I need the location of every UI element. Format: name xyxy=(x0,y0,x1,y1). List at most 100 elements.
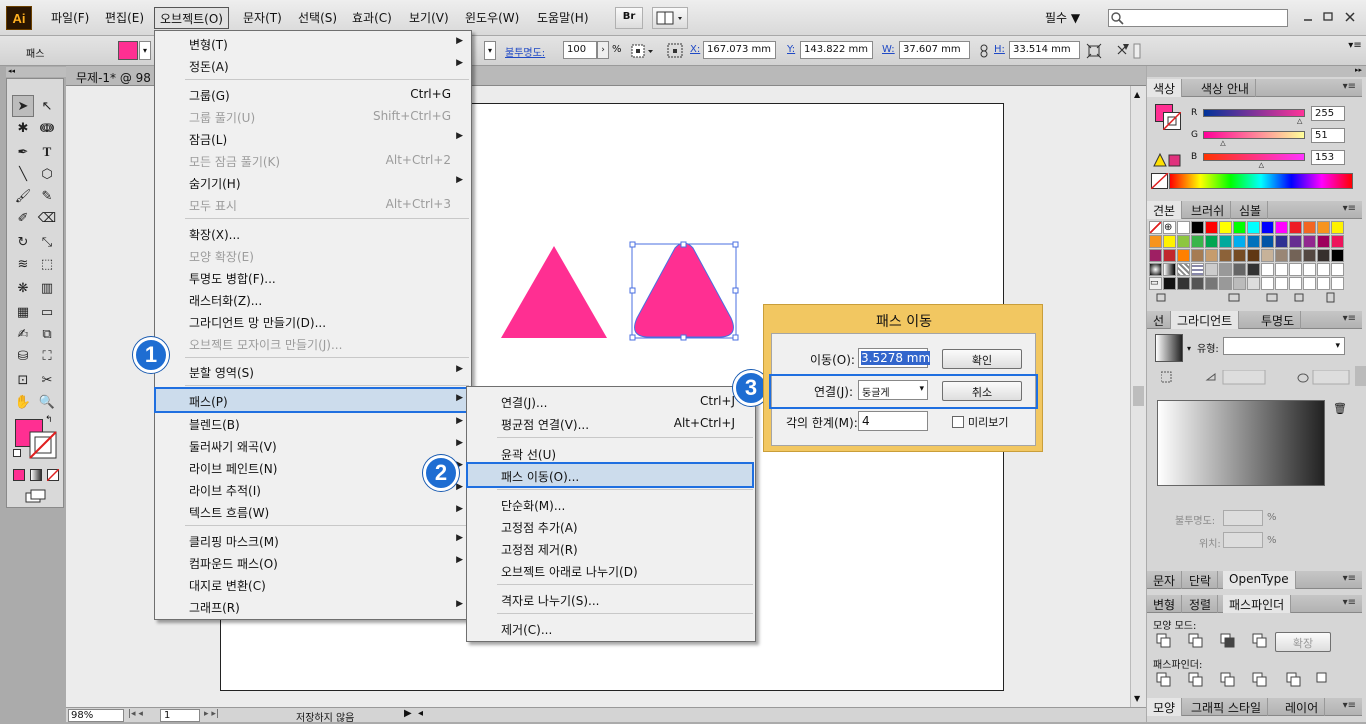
swatch[interactable] xyxy=(1191,235,1204,248)
artboard-number-input[interactable]: 1 xyxy=(160,709,200,722)
swatch[interactable] xyxy=(1289,263,1302,276)
lasso-tool-icon[interactable]: ↈ xyxy=(36,117,58,139)
swatch[interactable] xyxy=(1303,235,1316,248)
swatch[interactable] xyxy=(1317,263,1330,276)
status-menu-icon[interactable]: ▶ xyxy=(404,708,412,719)
swatch[interactable] xyxy=(1317,235,1330,248)
x-label[interactable]: X: xyxy=(690,44,700,55)
swatch[interactable]: ⊕ xyxy=(1163,221,1176,234)
menu-effect[interactable]: 효과(C) xyxy=(352,9,392,26)
line-tool-icon[interactable]: ╲ xyxy=(12,163,34,185)
scroll-left-icon[interactable]: ◂ xyxy=(418,708,423,719)
tab-color[interactable]: 색상 xyxy=(1147,79,1183,97)
h-label[interactable]: H: xyxy=(994,44,1005,55)
preview-checkbox[interactable] xyxy=(952,416,964,428)
paintbrush-tool-icon[interactable]: 🖌 xyxy=(12,185,34,207)
link-proportions-icon[interactable] xyxy=(978,44,990,58)
mesh-tool-icon[interactable]: ▦ xyxy=(12,301,34,323)
reference-point-icon[interactable] xyxy=(631,44,659,58)
menu-edit[interactable]: 편집(E) xyxy=(105,9,144,26)
menu-type[interactable]: 문자(T) xyxy=(243,9,282,26)
shape-mode-buttons[interactable] xyxy=(1155,632,1275,650)
swatch[interactable] xyxy=(1191,249,1204,262)
graph-tool-icon[interactable]: ▥ xyxy=(36,277,58,299)
fill-dropdown-chevron-icon[interactable]: ▾ xyxy=(139,41,151,60)
path-menu-item-9[interactable]: 제거(C)... xyxy=(468,617,754,639)
swatch[interactable] xyxy=(1177,263,1190,276)
path-menu-item-3[interactable]: 패스 이동(O)... xyxy=(466,462,754,488)
artboard-tool-icon[interactable]: ⊡ xyxy=(12,369,34,391)
swatch[interactable] xyxy=(1331,249,1344,262)
swatch[interactable] xyxy=(1275,221,1288,234)
object-menu-item-2[interactable]: 그룹(G) Ctrl+G xyxy=(156,83,470,105)
transform-options-icon[interactable] xyxy=(1086,43,1106,59)
swatch[interactable] xyxy=(1303,249,1316,262)
object-menu-item-3[interactable]: 그룹 풀기(U) Shift+Ctrl+G xyxy=(156,105,470,127)
stroke-none-box[interactable] xyxy=(29,431,57,459)
gradient-tool-icon[interactable]: ▭ xyxy=(36,301,58,323)
miter-limit-input[interactable]: 4 xyxy=(858,411,928,431)
appearance-panel-menu-icon[interactable]: ▾≡ xyxy=(1343,700,1356,711)
object-menu-item-19[interactable]: 라이브 추적(I) ▶ xyxy=(156,478,470,500)
swatch[interactable] xyxy=(1247,249,1260,262)
swatch[interactable] xyxy=(1289,221,1302,234)
polygon-tool-icon[interactable]: ⬡ xyxy=(36,163,58,185)
swatch[interactable] xyxy=(1233,221,1246,234)
gradient-preview-chevron-icon[interactable]: ▾ xyxy=(1187,344,1191,353)
color-panel-menu-icon[interactable]: ▾≡ xyxy=(1343,81,1356,92)
swatch[interactable]: ▭ xyxy=(1149,277,1162,290)
path-menu-item-6[interactable]: 고정점 제거(R) xyxy=(468,537,754,559)
swatch[interactable] xyxy=(1205,263,1218,276)
path-menu-item-1[interactable]: 평균점 연결(V)... Alt+Ctrl+J xyxy=(468,412,754,434)
zoom-select[interactable]: 98% xyxy=(68,709,124,722)
swatch[interactable] xyxy=(1219,235,1232,248)
channel-r-thumb[interactable]: △ xyxy=(1297,117,1302,125)
object-menu-item-20[interactable]: 텍스트 흐름(W) ▶ xyxy=(156,500,470,522)
swatch[interactable] xyxy=(1317,277,1330,290)
gradient-slider-preview[interactable] xyxy=(1157,400,1325,486)
joins-select[interactable]: 둥글게 ▾ xyxy=(858,380,928,400)
object-menu-item-11[interactable]: 래스터화(Z)... xyxy=(156,288,470,310)
ok-button[interactable]: 확인 xyxy=(942,349,1022,369)
gradient-location-input[interactable] xyxy=(1223,532,1263,548)
swatch[interactable] xyxy=(1275,277,1288,290)
rotate-tool-icon[interactable]: ↻ xyxy=(12,231,34,253)
none-mode-icon[interactable] xyxy=(47,469,59,481)
blend-tool-icon[interactable]: ⧉ xyxy=(36,323,58,345)
pathfinder-expand-button[interactable]: 확장 xyxy=(1275,632,1331,652)
tab-brushes[interactable]: 브러쉬 xyxy=(1185,201,1232,219)
scroll-up-icon[interactable]: ▲ xyxy=(1134,90,1140,99)
style-dropdown-chevron-icon[interactable]: ▾ xyxy=(484,41,496,60)
swatch[interactable] xyxy=(1303,277,1316,290)
y-input[interactable]: 143.822 mm xyxy=(800,41,873,59)
swatch[interactable] xyxy=(1289,235,1302,248)
screen-mode-icon[interactable] xyxy=(25,489,49,503)
swatch[interactable] xyxy=(1205,277,1218,290)
swatch[interactable] xyxy=(1331,235,1344,248)
fill-color-swatch[interactable] xyxy=(118,41,138,60)
swatch[interactable] xyxy=(1219,263,1232,276)
swatch[interactable] xyxy=(1275,263,1288,276)
swatches-footer-icons[interactable] xyxy=(1155,292,1345,304)
delete-stop-trash-icon[interactable]: 🗑 xyxy=(1333,402,1347,415)
tab-character[interactable]: 문자 xyxy=(1147,571,1183,589)
swatch[interactable] xyxy=(1205,221,1218,234)
magic-wand-tool-icon[interactable]: ✱ xyxy=(12,117,34,139)
swatch[interactable] xyxy=(1261,249,1274,262)
search-input[interactable] xyxy=(1108,9,1288,27)
y-label[interactable]: Y: xyxy=(787,44,795,55)
swatch[interactable] xyxy=(1289,249,1302,262)
menu-view[interactable]: 보기(V) xyxy=(409,9,449,26)
pink-triangle-offset-selected[interactable] xyxy=(629,240,741,342)
swatch[interactable] xyxy=(1261,263,1274,276)
object-menu-item-1[interactable]: 정돈(A) ▶ xyxy=(156,54,470,76)
object-menu-item-10[interactable]: 투명도 병합(F)... xyxy=(156,266,470,288)
menu-window[interactable]: 윈도우(W) xyxy=(465,9,519,26)
scroll-thumb[interactable] xyxy=(1133,386,1144,406)
channel-r-input[interactable]: 255 xyxy=(1311,106,1345,121)
object-menu-item-13[interactable]: 오브젝트 모자이크 만들기(J)... xyxy=(156,332,470,354)
color-spectrum[interactable] xyxy=(1169,173,1353,189)
swatch[interactable] xyxy=(1331,277,1344,290)
swatch[interactable] xyxy=(1191,263,1204,276)
tab-swatches[interactable]: 견본 xyxy=(1147,201,1183,219)
